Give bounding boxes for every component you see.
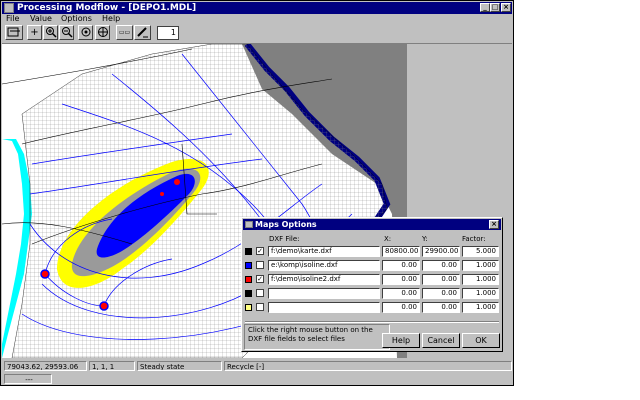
zoom-in-icon[interactable] [43,25,58,40]
layer-number-input[interactable]: 1 [157,26,179,40]
y-field[interactable]: 0.00 [422,302,460,313]
dialog-separator [245,321,499,323]
close-button[interactable]: × [501,3,511,12]
dxf-row: ✓ f:\demo\karte.dxf 80800.00 29900.00 5.… [242,245,504,258]
title-bar[interactable]: Processing Modflow - [DEPO1.MDL] _ □ × [2,2,512,14]
dxf-row: 0.00 0.00 1.000 [242,287,504,300]
row-checkbox[interactable] [256,289,264,297]
cancel-button[interactable]: Cancel [422,333,460,348]
dialog-hint-text: Click the right mouse button on the DXF … [244,324,390,350]
dxf-file-field[interactable]: e:\komp\isoline.dxf [268,260,380,271]
dialog-close-button[interactable]: × [489,220,499,229]
menu-bar: File Value Options Help [2,14,512,24]
pencil-icon[interactable] [134,25,151,40]
x-field[interactable]: 0.00 [382,302,420,313]
x-field[interactable]: 0.00 [382,260,420,271]
color-swatch[interactable] [245,248,252,255]
dxf-row: 0.00 0.00 1.000 [242,301,504,314]
well-1 [40,269,50,279]
y-field[interactable]: 0.00 [422,260,460,271]
dxf-file-field[interactable] [268,288,380,299]
dxf-file-field[interactable]: f:\demo\karte.dxf [268,246,380,257]
maximize-button[interactable]: □ [490,3,500,12]
status-bottom: --- [4,374,52,384]
plume-red-spot-2 [160,192,164,196]
color-swatch[interactable] [245,262,252,269]
pan-icon[interactable] [78,25,93,40]
minimize-button[interactable]: _ [480,3,490,12]
factor-field[interactable]: 5.000 [462,246,499,257]
dialog-title: Maps Options [255,220,317,229]
toolbar: + ▭▭ 1 [2,24,512,44]
window-title: Processing Modflow - [DEPO1.MDL] [17,3,197,13]
x-field[interactable]: 0.00 [382,288,420,299]
ok-button[interactable]: OK [462,333,500,348]
header-dxf-file: DXF File: [269,235,300,243]
dxf-row: e:\komp\isoline.dxf 0.00 0.00 1.000 [242,259,504,272]
menu-options[interactable]: Options [61,14,92,24]
color-swatch[interactable] [245,290,252,297]
factor-field[interactable]: 1.000 [462,302,499,313]
status-coords: 79043.62, 29593.06 [4,361,87,371]
menu-value[interactable]: Value [30,14,52,24]
y-field[interactable]: 0.00 [422,288,460,299]
refresh-icon[interactable] [95,25,110,40]
color-swatch[interactable] [245,304,252,311]
status-bar-2: --- [2,373,512,385]
layer-icon[interactable] [5,25,23,40]
scale-icon[interactable]: ▭▭ [116,25,133,40]
plume-red-spot-1 [174,179,180,185]
factor-field[interactable]: 1.000 [462,274,499,285]
status-bar: 79043.62, 29593.06 1, 1, 1 Steady state … [2,360,512,372]
header-factor: Factor: [462,235,486,243]
crosshair-icon[interactable]: + [27,25,42,40]
dxf-file-field[interactable] [268,302,380,313]
dialog-app-icon [245,221,253,228]
maps-options-dialog: Maps Options × DXF File: X: Y: Factor: ✓… [241,217,503,352]
row-checkbox[interactable] [256,303,264,311]
menu-help[interactable]: Help [102,14,120,24]
status-state: Steady state [137,361,222,371]
row-checkbox[interactable] [256,261,264,269]
factor-field[interactable]: 1.000 [462,288,499,299]
dxf-row: ✓ f:\demo\isoline2.dxf 0.00 0.00 1.000 [242,273,504,286]
y-field[interactable]: 0.00 [422,274,460,285]
y-field[interactable]: 29900.00 [422,246,460,257]
factor-field[interactable]: 1.000 [462,260,499,271]
header-y: Y: [422,235,428,243]
header-x: X: [384,235,392,243]
status-cell: 1, 1, 1 [89,361,135,371]
x-field[interactable]: 0.00 [382,274,420,285]
help-button[interactable]: Help [382,333,420,348]
well-2 [99,301,109,311]
dialog-title-bar[interactable]: Maps Options × [243,219,501,230]
status-recycle: Recycle [-] [224,361,512,371]
x-field[interactable]: 80800.00 [382,246,420,257]
zoom-out-icon[interactable] [59,25,74,40]
app-icon[interactable] [4,3,14,13]
color-swatch[interactable] [245,276,252,283]
row-checkbox[interactable]: ✓ [256,275,264,283]
dxf-file-field[interactable]: f:\demo\isoline2.dxf [268,274,380,285]
row-checkbox[interactable]: ✓ [256,247,264,255]
menu-file[interactable]: File [6,14,19,24]
